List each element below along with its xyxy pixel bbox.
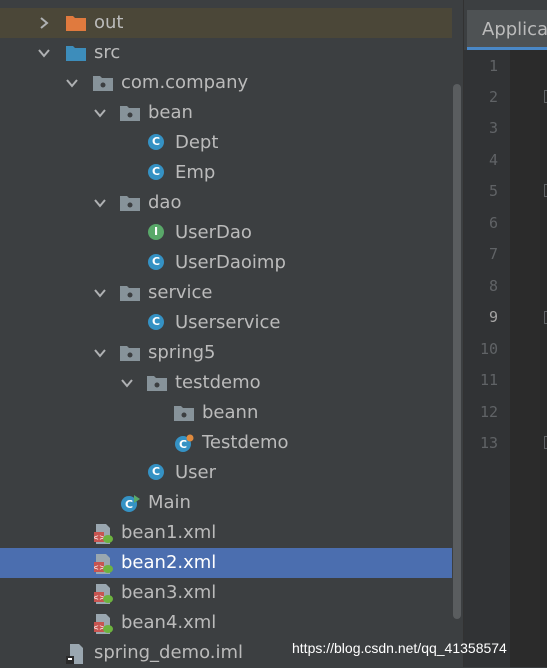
package-icon (174, 404, 194, 422)
line-number: 1 (488, 57, 498, 75)
line-number: 4 (488, 151, 498, 169)
tree-item-label: bean (148, 102, 193, 123)
tree-item-com-company[interactable]: com.company (0, 68, 463, 98)
tree-item-label: Main (148, 492, 191, 513)
chevron-down-icon[interactable] (94, 278, 106, 308)
spring-xml-icon: <> (92, 554, 113, 574)
tree-item-label: bean1.xml (121, 522, 217, 543)
class-icon: C (148, 314, 166, 332)
tree-item-label: bean2.xml (121, 552, 217, 573)
runnable-class-icon: C (121, 494, 140, 512)
chevron-down-icon[interactable] (121, 368, 133, 398)
editor-tab-bar: Applica (464, 0, 547, 50)
line-number: 3 (488, 119, 498, 137)
tree-item-label: testdemo (175, 372, 261, 393)
tree-item-emp[interactable]: C Emp (0, 158, 463, 188)
tree-item-spring5[interactable]: spring5 (0, 338, 463, 368)
tree-item-bean3-xml[interactable]: <> bean3.xml (0, 578, 463, 608)
current-line-number: 9 (488, 308, 498, 326)
chevron-down-icon[interactable] (94, 338, 106, 368)
line-number: 13 (479, 434, 498, 452)
package-icon (93, 74, 113, 92)
tree-item-label: UserDaoimp (175, 252, 286, 273)
tree-item-testdemo-package[interactable]: testdemo (0, 368, 463, 398)
line-number: 6 (488, 214, 498, 232)
spring-xml-icon: <> (92, 524, 113, 544)
class-icon: C (148, 164, 166, 182)
editor-tab-label: Applica (482, 19, 547, 40)
package-icon (120, 104, 140, 122)
line-number: 11 (479, 371, 498, 389)
tree-item-dao[interactable]: dao (0, 188, 463, 218)
tree-item-label: dao (148, 192, 182, 213)
tree-item-label: User (175, 462, 217, 483)
tree-item-label: bean4.xml (121, 612, 217, 633)
tree-item-bean4-xml[interactable]: <> bean4.xml (0, 608, 463, 638)
chevron-right-icon[interactable] (38, 8, 50, 38)
tree-item-label: Testdemo (202, 432, 289, 453)
project-tree: out src com.company bean C Dept C Emp da… (0, 0, 463, 667)
line-number: 2 (488, 88, 498, 106)
interface-icon: I (148, 224, 166, 242)
tree-item-label: UserDao (175, 222, 252, 243)
svg-text:C: C (125, 498, 133, 511)
editor-pane: Applica 1 2 3 4 5 6 7 8 9 10 11 12 13 (463, 0, 547, 667)
line-number: 8 (488, 277, 498, 295)
tree-item-service[interactable]: service (0, 278, 463, 308)
iml-file-icon (66, 644, 84, 664)
chevron-down-icon[interactable] (94, 98, 106, 128)
tree-item-dept[interactable]: C Dept (0, 128, 463, 158)
tree-item-userdao[interactable]: I UserDao (0, 218, 463, 248)
package-icon (147, 374, 167, 392)
folder-excluded-icon (66, 14, 86, 32)
tree-item-label: spring_demo.iml (94, 642, 244, 663)
package-icon (120, 194, 140, 212)
tree-item-label: src (94, 42, 121, 63)
tree-item-bean1-xml[interactable]: <> bean1.xml (0, 518, 463, 548)
spring-xml-icon: <> (92, 584, 113, 604)
tree-item-label: service (148, 282, 213, 303)
tree-item-userservice[interactable]: C Userservice (0, 308, 463, 338)
tree-item-bean2-xml[interactable]: <> bean2.xml (0, 548, 463, 578)
package-icon (120, 284, 140, 302)
line-number: 12 (479, 403, 498, 421)
tree-item-src[interactable]: src (0, 38, 463, 68)
line-number: 5 (488, 182, 498, 200)
tree-item-label: bean3.xml (121, 582, 217, 603)
chevron-down-icon[interactable] (94, 188, 106, 218)
spring-xml-icon: <> (92, 614, 113, 634)
class-icon: C (148, 254, 166, 272)
tree-item-label: spring5 (148, 342, 216, 363)
chevron-down-icon[interactable] (38, 38, 50, 68)
chevron-down-icon[interactable] (66, 68, 78, 98)
tree-scrollbar-thumb[interactable] (453, 84, 461, 619)
class-icon: C (148, 134, 166, 152)
source-folder-icon (66, 44, 86, 62)
tree-item-out[interactable]: out (0, 8, 463, 38)
tree-item-label: Dept (175, 132, 219, 153)
tree-item-beann[interactable]: beann (0, 398, 463, 428)
line-number: 10 (479, 340, 498, 358)
tree-item-label: out (94, 12, 124, 33)
class-icon: C (148, 464, 166, 482)
svg-text:C: C (179, 438, 187, 451)
tree-item-label: beann (202, 402, 259, 423)
package-icon (120, 344, 140, 362)
tree-item-bean[interactable]: bean (0, 98, 463, 128)
tree-item-user[interactable]: C User (0, 458, 463, 488)
editor-tab[interactable]: Applica (467, 10, 547, 50)
line-number-gutter: 1 2 3 4 5 6 7 8 9 10 11 12 13 (464, 50, 510, 667)
line-number: 7 (488, 245, 498, 263)
tree-item-label: Userservice (175, 312, 281, 333)
tree-item-label: Emp (175, 162, 216, 183)
tree-item-userdaoimp[interactable]: C UserDaoimp (0, 248, 463, 278)
tree-item-label: com.company (121, 72, 249, 93)
watermark: https://blog.csdn.net/qq_41358574 (292, 640, 507, 656)
tree-item-testdemo-class[interactable]: C Testdemo (0, 428, 463, 458)
test-class-icon: C (175, 434, 194, 452)
tree-item-main[interactable]: C Main (0, 488, 463, 518)
